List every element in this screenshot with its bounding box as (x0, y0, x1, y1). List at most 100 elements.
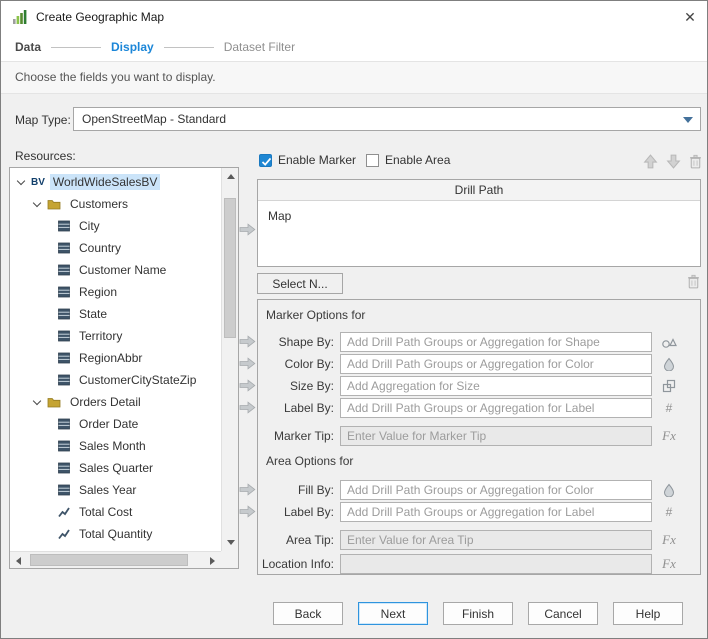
color-by-input[interactable] (340, 354, 652, 374)
fx-icon: Fx (656, 554, 682, 574)
dialog-title: Create Geographic Map (36, 10, 164, 24)
enable-marker-checkbox[interactable] (259, 154, 272, 167)
tree-item[interactable]: RegionAbbr (10, 347, 221, 369)
horizontal-scrollbar-thumb[interactable] (30, 554, 188, 566)
shape-by-label: Shape By: (258, 332, 334, 352)
area-label-by-label: Label By: (258, 502, 334, 522)
transfer-arrow-icon[interactable] (239, 335, 256, 348)
next-button[interactable]: Next (358, 602, 428, 625)
step-description: Choose the fields you want to display. (1, 61, 707, 94)
vertical-scrollbar-thumb[interactable] (224, 198, 236, 338)
tree-item[interactable]: Country (10, 237, 221, 259)
tree-item[interactable]: Sales Month (10, 435, 221, 457)
fx-icon: Fx (656, 426, 682, 446)
field-icon (58, 264, 70, 276)
size-by-label: Size By: (258, 376, 334, 396)
transfer-arrow-icon[interactable] (239, 505, 256, 518)
scroll-right-button[interactable] (204, 552, 221, 569)
map-type-dropdown[interactable]: OpenStreetMap - Standard (73, 107, 701, 131)
move-up-icon[interactable] (642, 153, 659, 170)
title-bar: Create Geographic Map ✕ (1, 1, 707, 33)
label-by-label: Label By: (258, 398, 334, 418)
drill-path-table: Drill Path Map (257, 179, 701, 267)
tree-item[interactable]: Territory (10, 325, 221, 347)
area-label-by-input[interactable] (340, 502, 652, 522)
tree-item-label: Order Date (76, 416, 141, 432)
delete-drill-icon[interactable] (685, 273, 702, 290)
transfer-arrow-icon[interactable] (239, 483, 256, 496)
marker-options-title: Marker Options for (266, 308, 365, 322)
checkmark-icon (260, 155, 273, 168)
tree-item[interactable]: Orders Detail (10, 391, 221, 413)
enable-area-label: Enable Area (385, 153, 450, 168)
field-icon (58, 220, 70, 232)
scroll-down-button[interactable] (222, 534, 239, 551)
tree-item-label: Customers (67, 196, 131, 212)
tree-item[interactable]: BV WorldWideSalesBV (10, 171, 221, 193)
chevron-down-icon[interactable] (33, 396, 41, 404)
fill-by-input[interactable] (340, 480, 652, 500)
tree-item-label: Sales Month (76, 438, 149, 454)
cancel-button[interactable]: Cancel (528, 602, 598, 625)
scrollbar-corner (221, 551, 238, 568)
tree-item[interactable]: Customer Name (10, 259, 221, 281)
tree-item-label: Region (76, 284, 120, 300)
tree-item[interactable]: Total Cost (10, 501, 221, 523)
hash-icon: # (656, 398, 682, 418)
transfer-arrow-icon[interactable] (239, 223, 256, 236)
tree-item-label: City (76, 218, 103, 234)
size-by-input[interactable] (340, 376, 652, 396)
tree-item[interactable]: Region (10, 281, 221, 303)
select-name-button[interactable]: Select N... (257, 273, 343, 294)
tree-item[interactable]: CustomerCityStateZip (10, 369, 221, 391)
tree-item[interactable]: State (10, 303, 221, 325)
tree-item-label: Country (76, 240, 124, 256)
delete-icon[interactable] (687, 153, 704, 170)
color-by-row: Color By: (258, 354, 700, 374)
location-info-input[interactable] (340, 554, 652, 574)
help-button[interactable]: Help (613, 602, 683, 625)
fill-by-row: Fill By: (258, 480, 700, 500)
step-dataset-filter[interactable]: Dataset Filter (224, 40, 295, 54)
shape-by-input[interactable] (340, 332, 652, 352)
location-info-row: Location Info: Fx (258, 554, 700, 574)
drill-path-row[interactable]: Map (258, 201, 700, 223)
chevron-down-icon[interactable] (17, 176, 25, 184)
tree-item[interactable]: Customers (10, 193, 221, 215)
resources-tree: BV WorldWideSalesBV Customers City Count… (9, 167, 239, 569)
scroll-left-button[interactable] (10, 552, 27, 569)
transfer-arrow-icon[interactable] (239, 379, 256, 392)
close-button[interactable]: ✕ (673, 1, 707, 33)
fx-icon: Fx (656, 530, 682, 550)
enable-area-checkbox[interactable] (366, 154, 379, 167)
tree-item[interactable]: Sales Year (10, 479, 221, 501)
tree-content: BV WorldWideSalesBV Customers City Count… (10, 168, 221, 551)
field-icon (58, 352, 70, 364)
back-button[interactable]: Back (273, 602, 343, 625)
create-geographic-map-dialog: Create Geographic Map ✕ Data Display Dat… (0, 0, 708, 639)
hash-icon: # (656, 502, 682, 522)
tree-item[interactable]: Sales Quarter (10, 457, 221, 479)
dropdown-arrow-icon (683, 117, 693, 123)
folder-icon (47, 396, 61, 408)
step-display[interactable]: Display (111, 40, 154, 54)
measure-icon (58, 506, 70, 518)
step-connector (164, 47, 214, 48)
area-tip-input[interactable] (340, 530, 652, 550)
label-by-row: Label By: # (258, 398, 700, 418)
move-down-icon[interactable] (665, 153, 682, 170)
tree-item[interactable]: Order Date (10, 413, 221, 435)
chevron-down-icon[interactable] (33, 198, 41, 206)
field-icon (58, 286, 70, 298)
marker-tip-input[interactable] (340, 426, 652, 446)
tree-item-label: Sales Year (76, 482, 139, 498)
tree-item[interactable]: City (10, 215, 221, 237)
scroll-up-button[interactable] (222, 168, 239, 185)
tree-item[interactable]: Total Quantity (10, 523, 221, 545)
transfer-arrow-icon[interactable] (239, 401, 256, 414)
transfer-arrow-icon[interactable] (239, 357, 256, 370)
label-by-input[interactable] (340, 398, 652, 418)
tree-item-label: Sales Quarter (76, 460, 156, 476)
step-data[interactable]: Data (15, 40, 41, 54)
finish-button[interactable]: Finish (443, 602, 513, 625)
